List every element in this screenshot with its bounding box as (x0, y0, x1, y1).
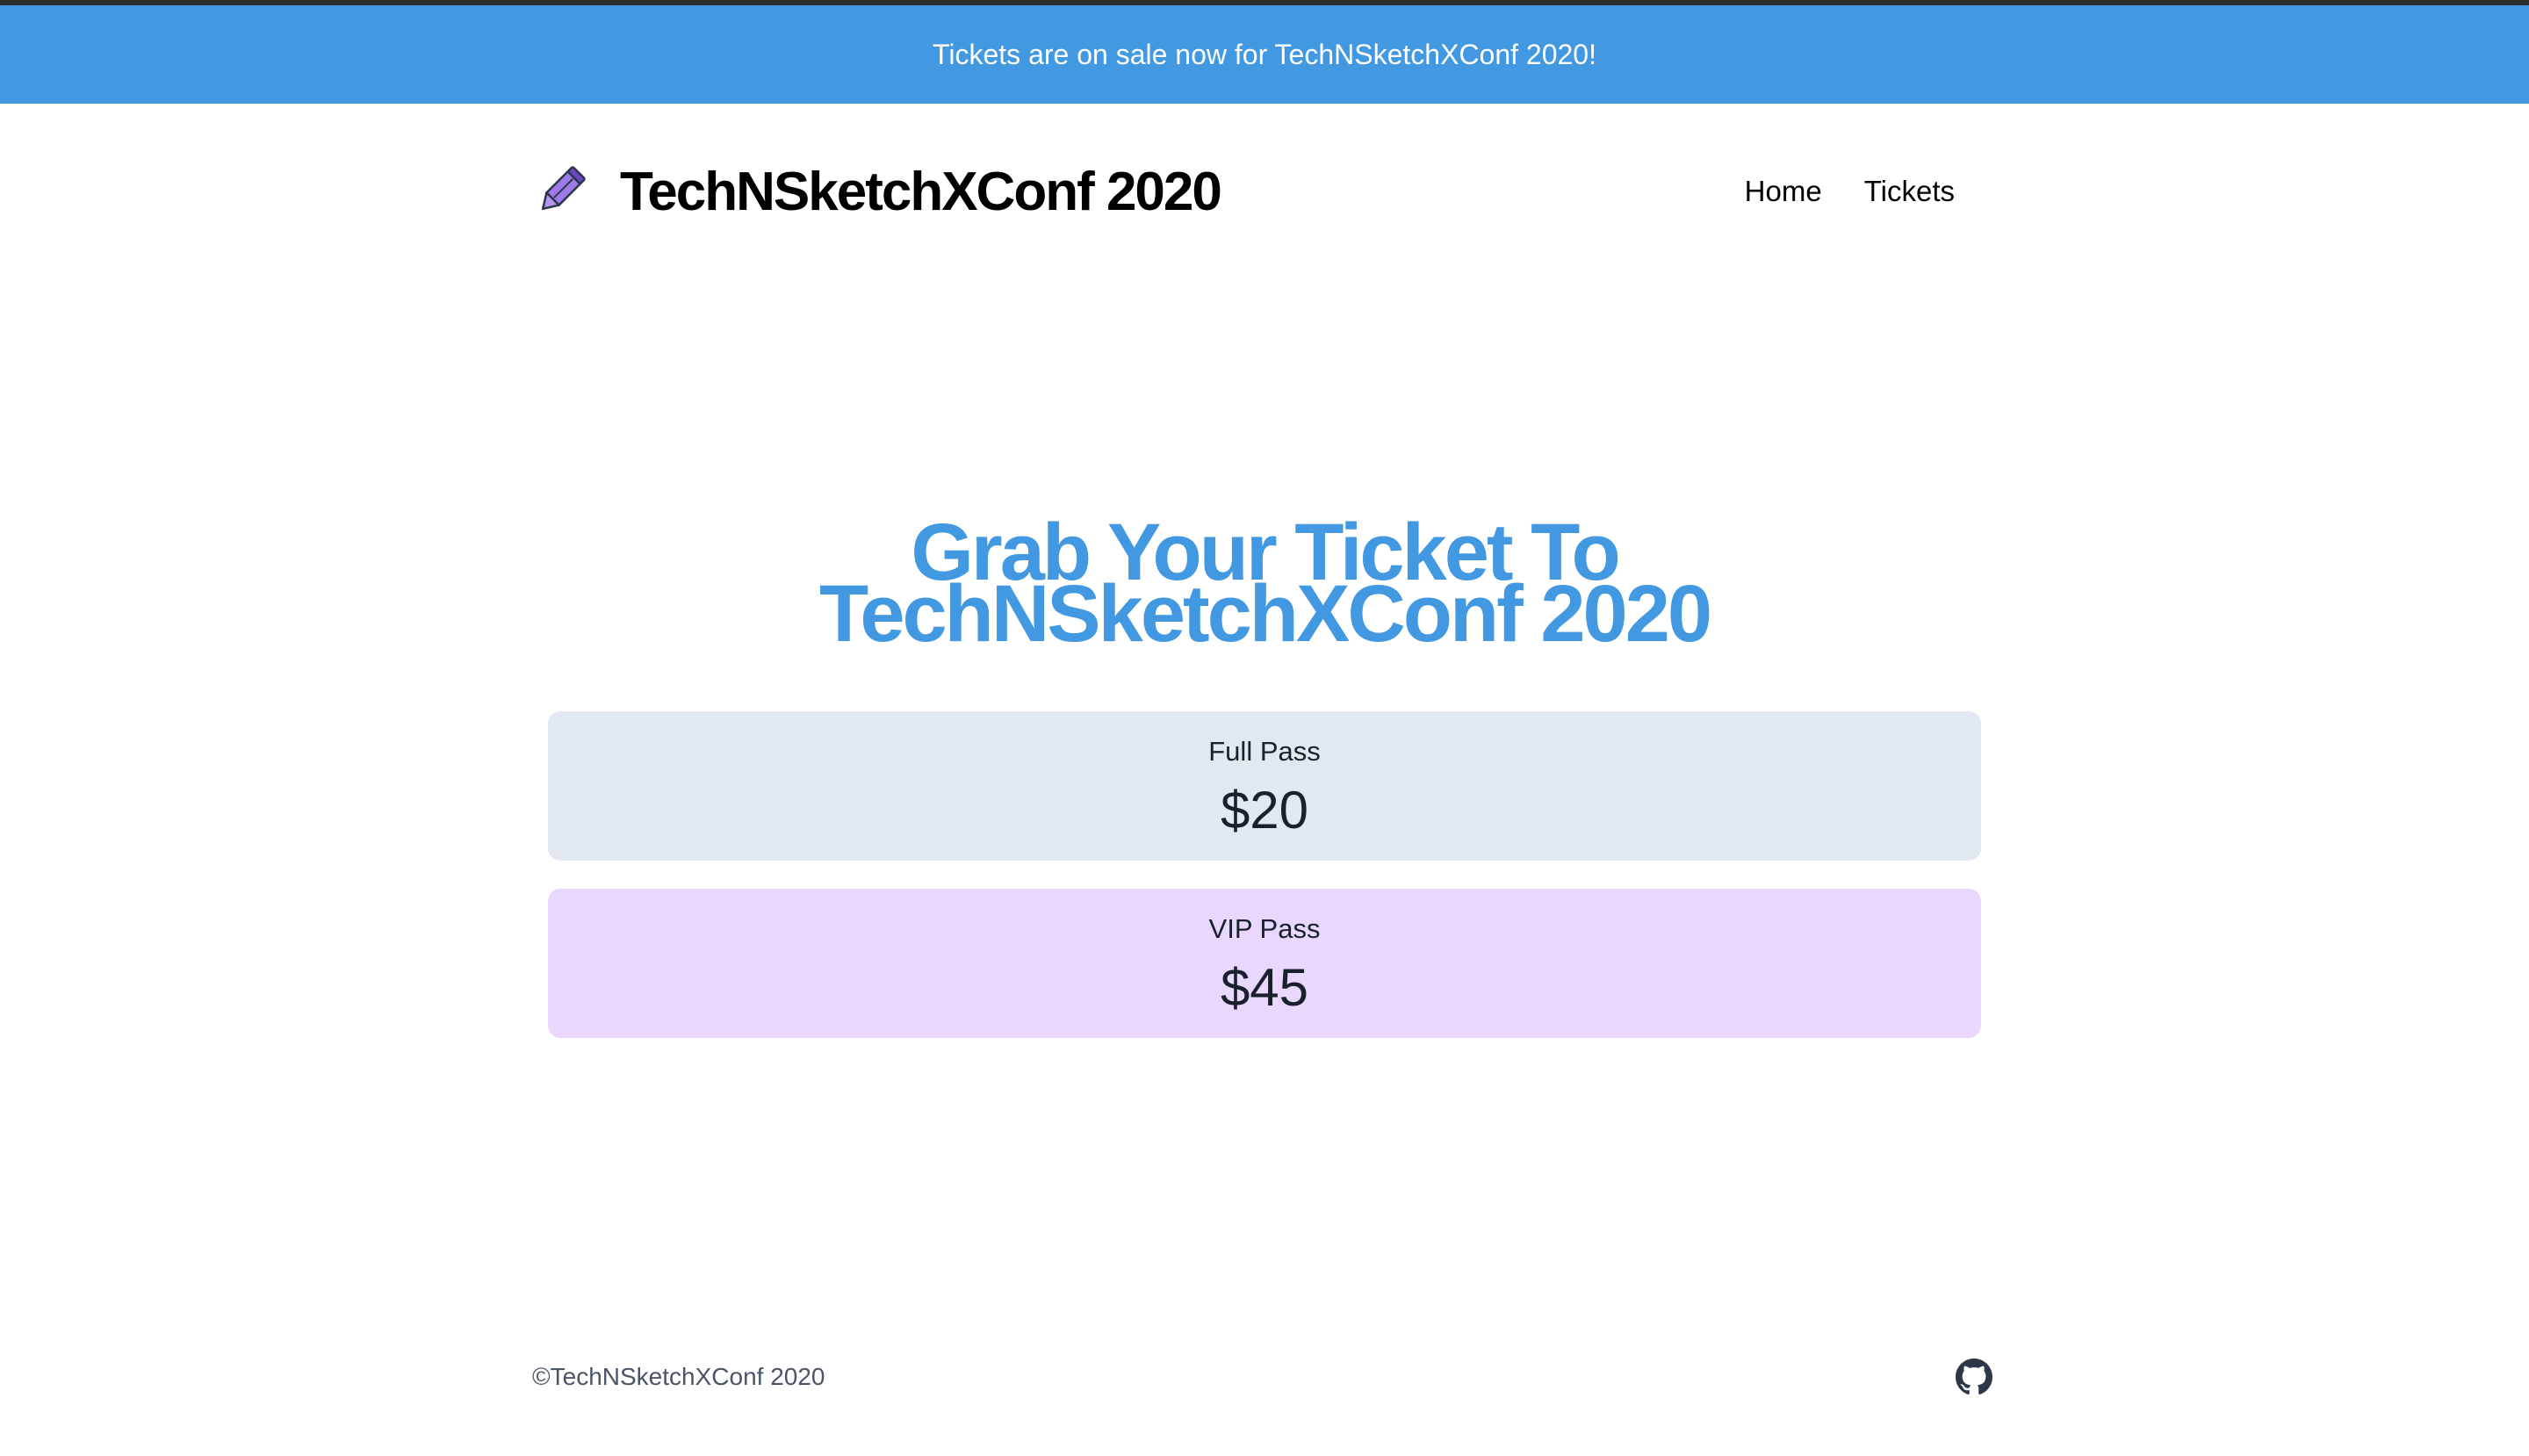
nav-tickets-link[interactable]: Tickets (1864, 175, 1955, 208)
site-header: TechNSketchXConf 2020 Home Tickets (532, 149, 1997, 234)
ticket-card-vip-pass[interactable]: VIP Pass $45 (548, 889, 1981, 1038)
pencil-icon (532, 163, 588, 220)
main-nav: Home Tickets (1703, 175, 1955, 208)
ticket-name: VIP Pass (1208, 913, 1321, 944)
hero-heading: Grab Your Ticket To TechNSketchXConf 202… (527, 512, 2002, 654)
copyright-text: ©TechNSketchXConf 2020 (532, 1363, 825, 1390)
ticket-price: $45 (1220, 958, 1309, 1017)
ticket-price: $20 (1220, 781, 1309, 840)
site-footer: ©TechNSketchXConf 2020 (532, 1349, 1993, 1405)
ticket-card-full-pass[interactable]: Full Pass $20 (548, 711, 1981, 861)
site-title[interactable]: TechNSketchXConf 2020 (620, 161, 1222, 223)
announcement-banner: Tickets are on sale now for TechNSketchX… (0, 5, 2529, 104)
hero-line-2: TechNSketchXConf 2020 (818, 569, 1712, 659)
banner-text: Tickets are on sale now for TechNSketchX… (933, 38, 1596, 70)
ticket-name: Full Pass (1208, 736, 1321, 767)
nav-home-link[interactable]: Home (1745, 175, 1822, 208)
github-icon[interactable] (1955, 1358, 1993, 1396)
brand[interactable]: TechNSketchXConf 2020 (532, 161, 1222, 223)
